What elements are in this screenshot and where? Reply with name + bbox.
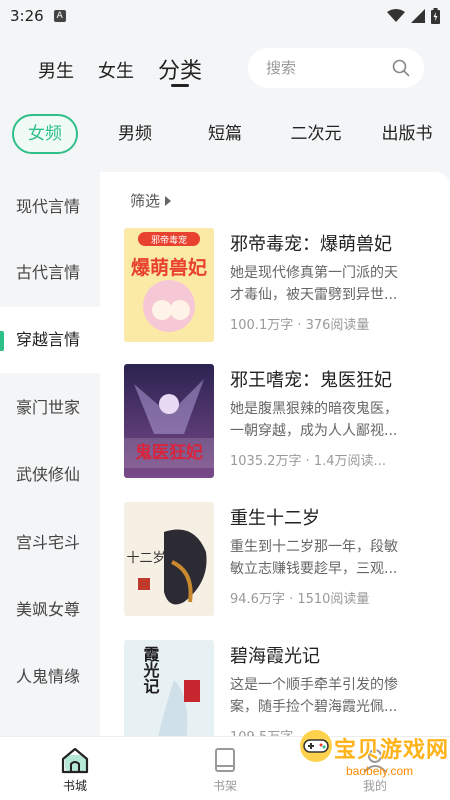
- book-cover[interactable]: 鬼医狂妃: [124, 364, 214, 478]
- sidebar-item-female-lead[interactable]: 美飒女尊: [0, 577, 100, 643]
- sidebar-item-wealthy-family[interactable]: 豪门世家: [0, 375, 100, 441]
- active-tab-indicator: [171, 84, 189, 87]
- category-tab-female[interactable]: 女频: [12, 114, 78, 154]
- book-item[interactable]: 邪帝毒宠 爆萌兽妃 邪帝毒宠：爆萌兽妃 她是现代修真第一门派的天才毒仙，被天雷劈…: [124, 228, 442, 344]
- battery-icon: [431, 8, 440, 24]
- nav-bookshelf-label: 书架: [212, 779, 237, 793]
- category-tab-short[interactable]: 短篇: [194, 114, 256, 154]
- nav-bookstore[interactable]: 书城: [45, 745, 105, 794]
- app-notification-icon: A: [53, 10, 66, 22]
- home-icon: [61, 747, 89, 774]
- book-description: 重生到十二岁那一年，段敏敏立志赚钱要趁早，三观...: [230, 539, 398, 577]
- cover-subtitle: 邪帝毒宠: [151, 234, 187, 246]
- filter-label: 筛选: [130, 192, 161, 210]
- book-description: 她是腹黑狠辣的暗夜鬼医，一朝穿越，成为人人鄙视...: [230, 401, 398, 439]
- book-list: 筛选 邪帝毒宠 爆萌兽妃 邪帝毒宠：爆萌兽妃 她是现代修真第一门派的天才毒仙，被…: [100, 172, 450, 736]
- tab-male[interactable]: 男生: [38, 57, 74, 83]
- book-item[interactable]: 十二岁 重生十二岁 重生到十二岁那一年，段敏敏立志赚钱要趁早，三观... 94.…: [124, 502, 442, 618]
- book-cover[interactable]: 十二岁: [124, 502, 214, 616]
- book-icon: [215, 748, 235, 772]
- watermark-text: 宝贝游戏网: [334, 738, 450, 763]
- book-item[interactable]: 鬼医狂妃 邪王嗜宠：鬼医狂妃 她是腹黑狠辣的暗夜鬼医，一朝穿越，成为人人鄙视..…: [124, 364, 442, 480]
- nav-bookshelf[interactable]: 书架: [195, 745, 255, 794]
- watermark-url: baobeiy.com: [346, 764, 414, 778]
- status-time: 3:26: [10, 7, 44, 25]
- category-tab-male[interactable]: 男频: [104, 114, 166, 154]
- status-bar: 3:26 A: [0, 0, 450, 32]
- sidebar-item-wuxia[interactable]: 武侠修仙: [0, 442, 100, 508]
- tab-female[interactable]: 女生: [98, 57, 134, 83]
- category-tabs: 女频 男频 短篇 二次元 出版书: [0, 114, 450, 158]
- sidebar-item-modern-romance[interactable]: 现代言情: [0, 174, 100, 240]
- book-description: 她是现代修真第一门派的天才毒仙，被天雷劈到异世...: [230, 265, 398, 303]
- caret-right-icon: [165, 195, 172, 206]
- search-icon[interactable]: [392, 59, 410, 77]
- sidebar-item-ghost-romance[interactable]: 人鬼情缘: [0, 644, 100, 710]
- book-title[interactable]: 邪王嗜宠：鬼医狂妃: [230, 366, 392, 392]
- book-description: 这是一个顺手牵羊引发的惨案，随手捡个碧海霞光佩...: [230, 677, 398, 715]
- site-watermark: 宝贝游戏网 baobeiy.com: [292, 728, 448, 788]
- filter-button[interactable]: 筛选: [130, 190, 172, 211]
- sidebar-item-time-travel[interactable]: 穿越言情: [0, 307, 100, 373]
- header: 男生 女生 分类: [0, 40, 450, 100]
- book-item[interactable]: 霞光记 碧海霞光记 这是一个顺手牵羊引发的惨案，随手捡个碧海霞光佩... 109…: [124, 640, 442, 736]
- book-meta: 100.1万字 · 376阅读量: [230, 318, 370, 333]
- sidebar-item-palace[interactable]: 宫斗宅斗: [0, 510, 100, 576]
- book-cover[interactable]: 霞光记: [124, 640, 214, 736]
- book-meta: 1035.2万字 · 1.4万阅读...: [230, 454, 386, 469]
- cover-title: 爆萌兽妃: [131, 256, 207, 279]
- book-cover[interactable]: 邪帝毒宠 爆萌兽妃: [124, 228, 214, 342]
- book-title[interactable]: 碧海霞光记: [230, 642, 320, 668]
- gamepad-icon: [300, 730, 332, 762]
- status-icons: [387, 8, 440, 24]
- book-meta: 94.6万字 · 1510阅读量: [230, 592, 370, 607]
- cell-signal-icon: [411, 9, 425, 23]
- category-tab-published[interactable]: 出版书: [374, 114, 440, 154]
- genre-sidebar: 现代言情 古代言情 穿越言情 豪门世家 武侠修仙 宫斗宅斗 美飒女尊 人鬼情缘: [0, 172, 100, 736]
- nav-bookstore-label: 书城: [62, 779, 87, 793]
- tab-category[interactable]: 分类: [158, 53, 202, 85]
- search-input[interactable]: [266, 59, 376, 77]
- book-meta: 109.5万字: [230, 726, 293, 736]
- cover-title: 鬼医狂妃: [135, 442, 203, 463]
- wifi-icon: [387, 9, 405, 22]
- book-title[interactable]: 重生十二岁: [230, 504, 320, 530]
- sidebar-item-ancient-romance[interactable]: 古代言情: [0, 240, 100, 306]
- cover-title: 霞光记: [141, 646, 161, 694]
- category-tab-acg[interactable]: 二次元: [282, 114, 350, 154]
- cover-title: 十二岁: [126, 551, 165, 566]
- book-title[interactable]: 邪帝毒宠：爆萌兽妃: [230, 230, 392, 256]
- main-panel: 现代言情 古代言情 穿越言情 豪门世家 武侠修仙 宫斗宅斗 美飒女尊 人鬼情缘 …: [0, 172, 450, 736]
- search-box[interactable]: [248, 48, 424, 88]
